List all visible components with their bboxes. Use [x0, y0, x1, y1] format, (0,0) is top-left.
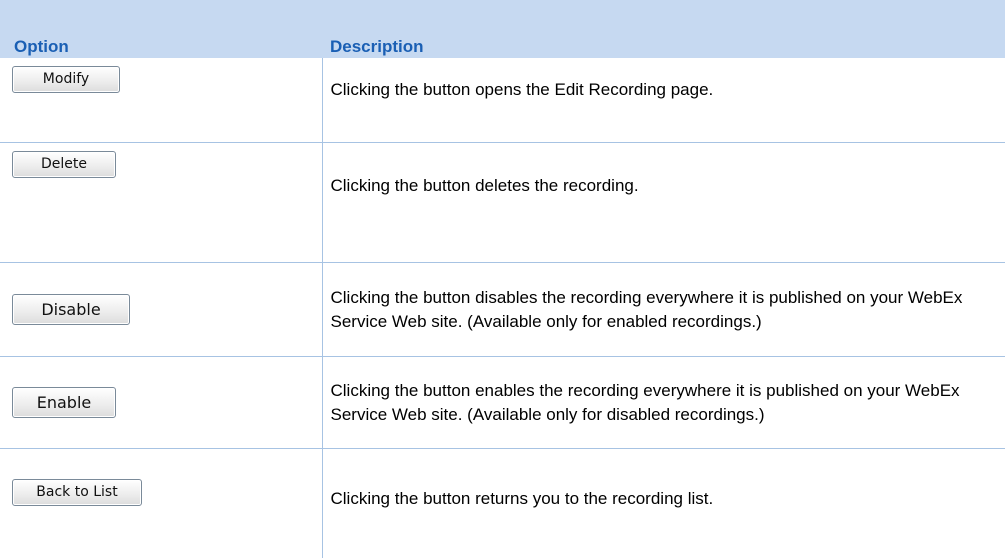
- enable-button[interactable]: Enable: [12, 387, 116, 418]
- option-cell: Disable: [0, 262, 323, 357]
- description-cell: Clicking the button enables the recordin…: [322, 356, 1005, 449]
- header-row: Option Description: [0, 0, 1005, 58]
- option-cell: Modify: [0, 58, 323, 143]
- description-cell: Clicking the button returns you to the r…: [330, 489, 714, 508]
- back-to-list-button[interactable]: Back to List: [12, 479, 142, 506]
- table-row: Modify Clicking the button opens the Edi…: [0, 58, 1005, 143]
- description-cell: Clicking the button deletes the recordin…: [322, 142, 1005, 263]
- option-cell: Enable: [0, 356, 323, 449]
- options-table: Option Description Modify Clicking the b…: [0, 0, 1005, 558]
- disable-button[interactable]: Disable: [12, 294, 130, 325]
- modify-button[interactable]: Modify: [12, 66, 120, 93]
- description-cell: Clicking the button disables the recordi…: [322, 262, 1005, 357]
- option-cell: Back to List: [0, 448, 323, 558]
- description-cell: Clicking the button opens the Edit Recor…: [322, 58, 1005, 143]
- table-row: Delete Clicking the button deletes the r…: [0, 142, 1005, 263]
- table-row: Back to List Clicking the button returns…: [0, 448, 1005, 558]
- option-cell: Delete: [0, 142, 323, 263]
- table-row: Disable Clicking the button disables the…: [0, 262, 1005, 357]
- document-page: Option Description Modify Clicking the b…: [0, 0, 1005, 558]
- table-row: Enable Clicking the button enables the r…: [0, 356, 1005, 449]
- delete-button[interactable]: Delete: [12, 151, 116, 178]
- description-column-header: Description: [322, 0, 1005, 58]
- table-header: Option Description: [0, 0, 1005, 58]
- option-column-header: Option: [0, 0, 322, 58]
